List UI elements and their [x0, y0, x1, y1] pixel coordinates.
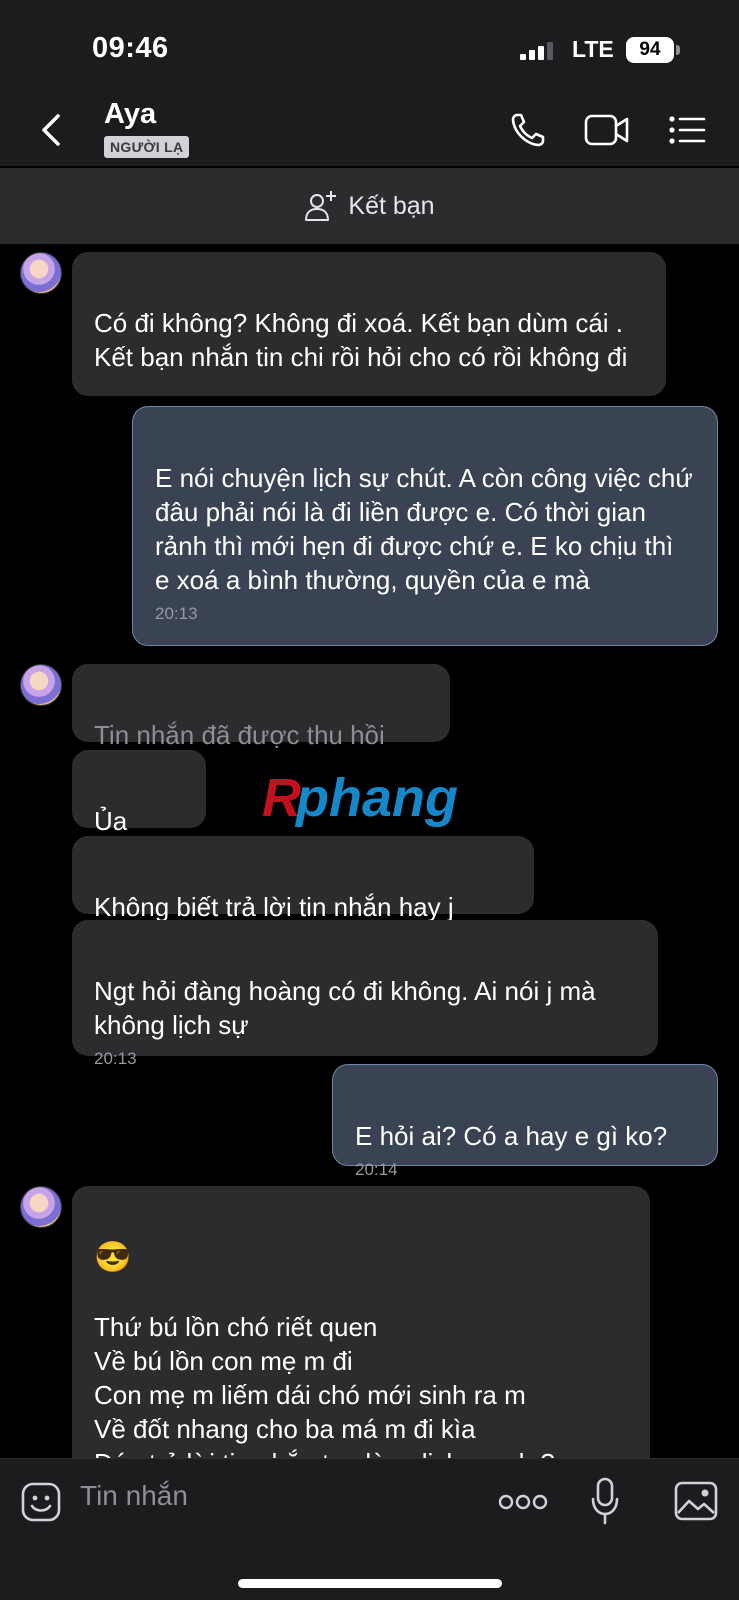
message-time: 20:14 — [355, 1160, 398, 1179]
sunglasses-emoji: 😎 — [94, 1241, 132, 1274]
video-call-icon[interactable] — [584, 112, 630, 148]
message-bubble[interactable]: E hỏi ai? Có a hay e gì ko? 20:14 — [332, 1064, 718, 1179]
add-friend-icon — [305, 191, 337, 221]
watermark-logo: R phang — [262, 768, 458, 828]
back-icon[interactable] — [36, 110, 66, 150]
message-text: E nói chuyện lịch sự chút. A còn công vi… — [155, 463, 693, 595]
message-input-bar — [0, 1458, 739, 1600]
battery-level: 94 — [626, 37, 674, 63]
message-time: 20:13 — [155, 604, 198, 623]
avatar[interactable] — [20, 1186, 62, 1228]
battery-icon — [676, 45, 680, 55]
message-text: E hỏi ai? Có a hay e gì ko? — [355, 1121, 668, 1151]
add-friend-button[interactable]: Kết bạn — [0, 168, 739, 244]
network-type: LTE — [572, 36, 614, 62]
message-bubble[interactable]: E nói chuyện lịch sự chút. A còn công vi… — [132, 406, 718, 646]
message-text: Tin nhắn đã được thu hồi — [94, 720, 385, 750]
stranger-badge: NGƯỜI LẠ — [104, 136, 190, 158]
message-bubble[interactable]: 😎 Thứ bú lồn chó riết quen Về bú lồn con… — [72, 1186, 650, 1512]
menu-list-icon[interactable] — [668, 114, 706, 146]
message-input[interactable] — [80, 1471, 460, 1521]
recalled-message-bubble[interactable]: Tin nhắn đã được thu hồi — [72, 664, 450, 750]
home-indicator — [238, 1579, 502, 1588]
phone-icon[interactable] — [508, 110, 548, 150]
microphone-icon[interactable] — [590, 1477, 620, 1527]
message-text: Có đi không? Không đi xoá. Kết bạn dùm c… — [94, 308, 628, 372]
watermark-rest-letters: phang — [294, 768, 458, 828]
sticker-icon[interactable] — [20, 1481, 62, 1523]
add-friend-label: Kết bạn — [348, 191, 435, 220]
contact-name[interactable]: Aya — [104, 98, 156, 131]
message-bubble[interactable]: Có đi không? Không đi xoá. Kết bạn dùm c… — [72, 252, 666, 396]
signal-icon — [520, 42, 553, 60]
gallery-icon[interactable] — [674, 1481, 718, 1521]
message-text: Không biết trả lời tin nhắn hay j — [94, 892, 454, 922]
message-text: Ngt hỏi đàng hoàng có đi không. Ai nói j… — [94, 976, 596, 1040]
chat-header: 09:46 LTE 94 Aya NGƯỜI LẠ — [0, 0, 739, 166]
message-bubble[interactable]: Ngt hỏi đàng hoàng có đi không. Ai nói j… — [72, 920, 658, 1068]
message-bubble[interactable]: Không biết trả lời tin nhắn hay j — [72, 836, 534, 922]
avatar[interactable] — [20, 664, 62, 706]
avatar[interactable] — [20, 252, 62, 294]
status-time: 09:46 — [92, 32, 169, 64]
message-bubble[interactable]: Ủa — [72, 750, 206, 836]
message-text: Ủa — [94, 806, 128, 836]
more-dots-icon[interactable] — [498, 1493, 548, 1511]
